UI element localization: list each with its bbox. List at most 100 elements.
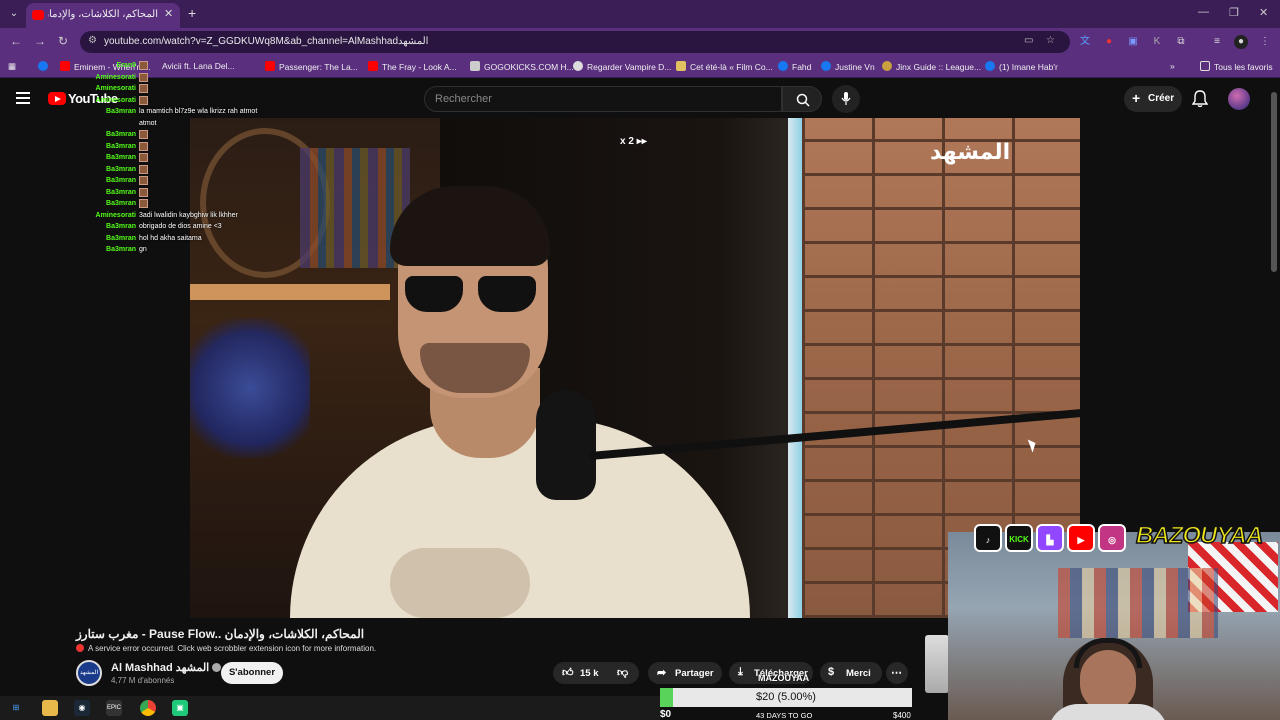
address-bar[interactable]: ⚙ youtube.com/watch?v=Z_GGDKUWq8M&ab_cha… (80, 31, 1070, 53)
playback-speed-indicator: x 2 ▸▸ (620, 136, 647, 147)
back-icon[interactable]: ← (10, 34, 22, 48)
thanks-button[interactable]: $ Merci (820, 662, 882, 684)
create-button[interactable]: + Créer (1124, 86, 1182, 112)
chat-username[interactable]: Aminesorati (80, 95, 136, 106)
video-player[interactable]: المشهد x 2 ▸▸ (190, 118, 1080, 618)
search-placeholder: Rechercher (435, 93, 492, 105)
bookmark-8[interactable]: Fahd (778, 61, 811, 72)
chat-username[interactable]: Ba3mran (80, 175, 136, 186)
chat-text: atmot (139, 119, 157, 127)
browser-menu-icon[interactable]: ⋮ (1258, 35, 1272, 49)
chat-username[interactable]: Ba3mran (80, 164, 136, 175)
chat-username[interactable]: Eran9 (80, 60, 136, 71)
download-icon: ⤓ (738, 666, 743, 678)
voice-search-button[interactable] (832, 85, 860, 113)
next-video-thumbnail[interactable] (925, 635, 949, 693)
bookmark-9[interactable]: Justine Vn (821, 61, 875, 72)
steam-icon[interactable]: ◉ (74, 700, 90, 716)
search-button[interactable] (782, 86, 822, 112)
chat-username[interactable]: Aminesorati (80, 72, 136, 83)
media-controls-icon[interactable]: ≡ (1210, 35, 1224, 49)
chat-username[interactable]: Aminesorati (80, 83, 136, 94)
video-sunglasses-left (405, 276, 463, 312)
chat-emote-icon (139, 164, 148, 174)
active-tab[interactable]: المحاكم، الكلاشات، والإدمان - ✕ (26, 3, 180, 28)
search-input[interactable]: Rechercher (424, 86, 782, 112)
video-title: مغرب ستارز - Pause Flow.. المحاكم، الكلا… (76, 627, 365, 641)
extensions-puzzle-icon[interactable]: ⧉ (1174, 35, 1188, 49)
extension-icon[interactable]: ▣ (1126, 35, 1140, 49)
page-scrollbar[interactable] (1271, 92, 1277, 272)
fast-forward-icon: ▸▸ (636, 136, 647, 147)
channel-watermark: المشهد (930, 140, 1011, 165)
video-person-hand (390, 548, 530, 618)
restore-icon[interactable]: ❐ (1229, 6, 1239, 19)
microphone-icon (841, 92, 851, 105)
all-bookmarks[interactable]: Tous les favoris (1200, 61, 1273, 72)
apps-grid-icon[interactable]: ▦ (8, 61, 16, 72)
channel-avatar[interactable]: المشهد (76, 660, 102, 686)
new-tab-icon[interactable]: + (188, 5, 196, 21)
plus-icon: + (1132, 90, 1141, 106)
goal-end: $400 (893, 711, 911, 720)
chat-text: gn (139, 246, 147, 253)
bookmark-4[interactable]: The Fray - Look A... (368, 61, 457, 72)
like-count[interactable]: 15 k (580, 668, 599, 679)
chat-text: obrigado de dios amine <3 (139, 223, 222, 230)
cast-icon[interactable]: ▭ (1024, 35, 1033, 46)
scrobbler-error[interactable]: A service error occurred. Click web scro… (76, 644, 376, 653)
youtube-logo-icon[interactable] (48, 92, 66, 105)
chat-username[interactable]: Ba3mran (80, 233, 136, 244)
subscribe-button[interactable]: S'abonner (221, 662, 283, 684)
bookmark-star-icon[interactable]: ☆ (1046, 35, 1055, 46)
more-actions-button[interactable]: ⋯ (886, 662, 908, 684)
notifications-bell-icon[interactable] (1191, 90, 1209, 113)
like-icon[interactable]: 👍︎ (562, 666, 574, 679)
bookmark-11[interactable]: (1) Imane Hab'r (985, 61, 1058, 72)
bookmark-6[interactable]: Regarder Vampire D... (573, 61, 671, 72)
bookmark-7[interactable]: Cet été-là « Film Co... (676, 61, 773, 72)
app-icon[interactable]: ▣ (172, 700, 188, 716)
menu-icon[interactable] (16, 92, 30, 104)
minimize-icon[interactable]: — (1198, 6, 1209, 18)
chat-username[interactable]: Ba3mran (80, 141, 136, 152)
chat-username[interactable]: Ba3mran (80, 106, 136, 117)
account-avatar[interactable] (1228, 88, 1250, 110)
chat-username[interactable]: Aminesorati (80, 210, 136, 221)
create-label: Créer (1148, 93, 1175, 104)
channel-name[interactable]: Al Mashhad المشهد (111, 661, 222, 674)
chat-emote-icon (139, 153, 148, 162)
bookmark-3[interactable]: Passenger: The La... (265, 61, 358, 72)
forward-icon[interactable]: → (34, 34, 46, 48)
extension-record-icon[interactable]: ● (1102, 35, 1116, 49)
chat-username[interactable]: Ba3mran (80, 221, 136, 232)
chat-username[interactable]: Ba3mran (80, 152, 136, 163)
share-icon: ➦ (657, 667, 667, 679)
file-explorer-icon[interactable] (42, 700, 58, 716)
chat-emote-icon (139, 187, 148, 197)
reload-icon[interactable]: ↻ (58, 34, 68, 48)
tab-search-icon[interactable]: ⌄ (6, 6, 22, 22)
bookmark-5[interactable]: GOGOKICKS.COM H... (470, 61, 574, 72)
chrome-icon[interactable] (140, 700, 156, 716)
bookmark-10[interactable]: Jinx Guide :: League... (882, 61, 981, 72)
bookmark-facebook-icon[interactable] (38, 61, 52, 72)
chat-username[interactable]: Ba3mran (80, 187, 136, 198)
bookmark-2[interactable]: Avicii ft. Lana Del... (162, 61, 235, 71)
tab-close-icon[interactable]: ✕ (164, 7, 173, 20)
epic-games-icon[interactable]: EPIC (106, 700, 122, 716)
chat-username[interactable]: Ba3mran (80, 198, 136, 209)
dislike-icon[interactable]: 👎︎ (617, 666, 628, 679)
windows-start-icon[interactable]: ⊞ (8, 700, 24, 716)
chat-username[interactable]: Ba3mran (80, 129, 136, 140)
window-close-icon[interactable]: ✕ (1259, 6, 1268, 19)
chat-emote-icon (139, 141, 148, 151)
chat-emote-icon (139, 176, 148, 185)
profile-icon[interactable]: ● (1234, 35, 1248, 49)
more-bookmarks-icon[interactable]: » (1170, 61, 1175, 71)
site-info-icon[interactable]: ⚙ (88, 35, 97, 46)
share-button[interactable]: ➦ Partager (648, 662, 722, 684)
extension-translate-icon[interactable]: 文 (1078, 35, 1092, 49)
extension-k-icon[interactable]: K (1150, 35, 1164, 49)
chat-username[interactable]: Ba3mran (80, 244, 136, 255)
